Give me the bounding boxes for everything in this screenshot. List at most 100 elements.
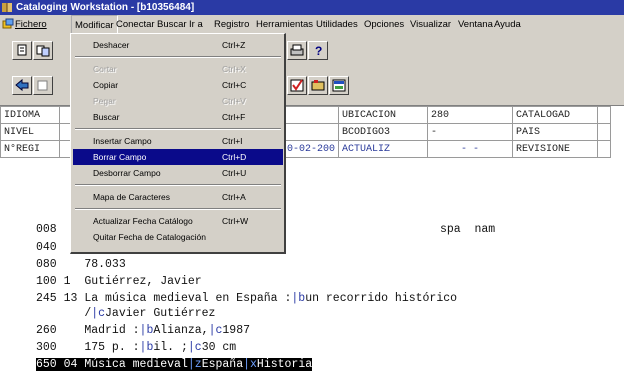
menu-item-label: Actualizar Fecha Catálogo bbox=[93, 216, 193, 226]
marc-line-300[interactable]: 300 175 p. :|bil. ;|c30 cm bbox=[36, 340, 236, 355]
menu-buscar[interactable]: Buscar bbox=[154, 15, 190, 34]
marc-008-data: spa nam bbox=[440, 223, 496, 236]
menu-label: Conectar bbox=[116, 19, 155, 30]
field-value[interactable] bbox=[597, 106, 611, 124]
field-label: IDIOMA bbox=[0, 106, 60, 124]
menu-item-shortcut: Ctrl+W bbox=[222, 216, 249, 226]
marc-line-245-cont[interactable]: /|cJavier Gutiérrez bbox=[36, 306, 215, 321]
field-label: CATALOGAD bbox=[512, 106, 598, 124]
marc-line-040[interactable]: 040 bbox=[36, 240, 57, 255]
marc-tag: 650 bbox=[36, 358, 57, 371]
field-value[interactable]: - bbox=[427, 123, 513, 141]
marc-line-650[interactable]: 650 04 Música medieval|zEspaña|xHistoria bbox=[36, 357, 313, 372]
marc-line-245[interactable]: 245 13 La música medieval en España :|bu… bbox=[36, 291, 457, 306]
menu-utilidades[interactable]: Utilidades bbox=[313, 15, 361, 34]
menu-ir-a[interactable]: Ir a bbox=[186, 15, 206, 34]
menu-label: Opciones bbox=[364, 19, 405, 30]
menu-modificar[interactable]: Modificar bbox=[71, 15, 118, 34]
marc-indicators: 13 bbox=[63, 292, 78, 305]
field-value[interactable]: 280 bbox=[427, 106, 513, 124]
validate-button[interactable] bbox=[287, 76, 307, 95]
menu-item-actualizar-fecha-catalogo[interactable]: Actualizar Fecha Catálogo Ctrl+W bbox=[73, 213, 283, 229]
marc-text: Música medieval|zEspaña|xHistoria bbox=[84, 358, 313, 371]
menu-item-shortcut: Ctrl+Z bbox=[222, 40, 246, 50]
menu-item-copiar[interactable]: Copiar Ctrl+C bbox=[73, 77, 283, 93]
menu-label: Utilidades bbox=[316, 19, 358, 30]
subfield-marker: |c bbox=[187, 341, 202, 354]
menu-item-label: Insertar Campo bbox=[93, 136, 152, 146]
menu-separator bbox=[75, 184, 281, 186]
menu-item-buscar[interactable]: Buscar Ctrl+F bbox=[73, 109, 283, 125]
menu-label: Registro bbox=[214, 19, 250, 30]
menu-item-label: Quitar Fecha de Catalogación bbox=[93, 232, 206, 242]
new-item-button[interactable] bbox=[329, 76, 349, 95]
menu-item-shortcut: Ctrl+I bbox=[222, 136, 243, 146]
subfield-marker: |b bbox=[291, 292, 306, 305]
marc-tag: 008 bbox=[36, 223, 57, 236]
document-icon bbox=[17, 44, 27, 56]
marc-tag: 260 bbox=[36, 324, 57, 337]
marc-indicators: 04 bbox=[63, 358, 78, 371]
help-icon: ? bbox=[315, 44, 322, 58]
marc-line-008[interactable]: 008 bbox=[36, 222, 57, 237]
help-button[interactable]: ? bbox=[308, 41, 328, 60]
menu-item-shortcut: Ctrl+F bbox=[222, 112, 246, 122]
menu-item-deshacer[interactable]: Deshacer Ctrl+Z bbox=[73, 37, 283, 53]
print-button[interactable] bbox=[287, 41, 307, 60]
marc-text: Gutiérrez, Javier bbox=[84, 275, 202, 288]
menu-item-desborrar-campo[interactable]: Desborrar Campo Ctrl+U bbox=[73, 165, 283, 181]
field-value[interactable] bbox=[597, 140, 611, 158]
field-value[interactable] bbox=[597, 123, 611, 141]
menu-label: Ventana bbox=[458, 19, 493, 30]
menu-fichero[interactable]: Fichero bbox=[12, 15, 50, 34]
marc-tag: 080 bbox=[36, 258, 57, 271]
marc-indicators: 1 bbox=[63, 275, 71, 288]
menu-item-shortcut: Ctrl+D bbox=[222, 152, 247, 162]
menu-item-shortcut: Ctrl+U bbox=[222, 168, 247, 178]
menu-label: Buscar bbox=[157, 19, 187, 30]
menu-separator bbox=[75, 128, 281, 130]
field-label: PAIS bbox=[512, 123, 598, 141]
subfield-marker: |x bbox=[243, 358, 257, 371]
field-label: NIVEL bbox=[0, 123, 60, 141]
menu-item-label: Deshacer bbox=[93, 40, 130, 50]
tools-button[interactable] bbox=[308, 76, 328, 95]
app-icon bbox=[2, 3, 12, 12]
menu-ventana[interactable]: Ventana bbox=[455, 15, 496, 34]
marc-line-260[interactable]: 260 Madrid :|bAlianza,|c1987 bbox=[36, 323, 250, 338]
menu-item-shortcut: Ctrl+A bbox=[222, 192, 246, 202]
marc-tag: 040 bbox=[36, 241, 57, 254]
edit-button[interactable] bbox=[33, 76, 53, 95]
menu-label: Ayuda bbox=[494, 19, 521, 30]
menu-item-label: Pegar bbox=[93, 96, 116, 106]
menu-herramientas[interactable]: Herramientas bbox=[253, 15, 316, 34]
menu-item-shortcut: Ctrl+C bbox=[222, 80, 247, 90]
menu-item-borrar-campo[interactable]: Borrar Campo Ctrl+D bbox=[73, 149, 283, 165]
edit-icon bbox=[37, 80, 48, 91]
menu-item-mapa-de-caracteres[interactable]: Mapa de Caracteres Ctrl+A bbox=[73, 189, 283, 205]
field-value[interactable]: - - bbox=[427, 140, 513, 158]
menu-item-insertar-campo[interactable]: Insertar Campo Ctrl+I bbox=[73, 133, 283, 149]
menu-label: Fichero bbox=[15, 19, 47, 30]
marc-text: La música medieval en España :|bun recor… bbox=[84, 292, 458, 305]
marc-text: /|cJavier Gutiérrez bbox=[84, 307, 216, 320]
new-item-icon bbox=[332, 79, 346, 92]
menu-item-quitar-fecha-de-catalogacion[interactable]: Quitar Fecha de Catalogación bbox=[73, 229, 283, 245]
menu-opciones[interactable]: Opciones bbox=[361, 15, 407, 34]
menu-visualizar[interactable]: Visualizar bbox=[407, 15, 454, 34]
menu-ayuda[interactable]: Ayuda bbox=[491, 15, 524, 34]
menu-item-pegar: Pegar Ctrl+V bbox=[73, 93, 283, 109]
menu-registro[interactable]: Registro bbox=[211, 15, 252, 34]
menu-conectar[interactable]: Conectar bbox=[113, 15, 158, 34]
back-button[interactable] bbox=[12, 76, 32, 95]
menu-item-label: Borrar Campo bbox=[93, 152, 147, 162]
subfield-marker: |z bbox=[187, 358, 202, 371]
field-label: UBICACION bbox=[338, 106, 428, 124]
records-button[interactable] bbox=[33, 41, 53, 60]
marc-line-100[interactable]: 100 1 Gutiérrez, Javier bbox=[36, 274, 202, 289]
marc-line-080[interactable]: 080 78.033 bbox=[36, 257, 126, 272]
menu-item-label: Buscar bbox=[93, 112, 120, 122]
marc-text: 175 p. :|bil. ;|c30 cm bbox=[84, 341, 237, 354]
new-record-button[interactable] bbox=[12, 41, 32, 60]
subfield-marker: |c bbox=[208, 324, 223, 337]
